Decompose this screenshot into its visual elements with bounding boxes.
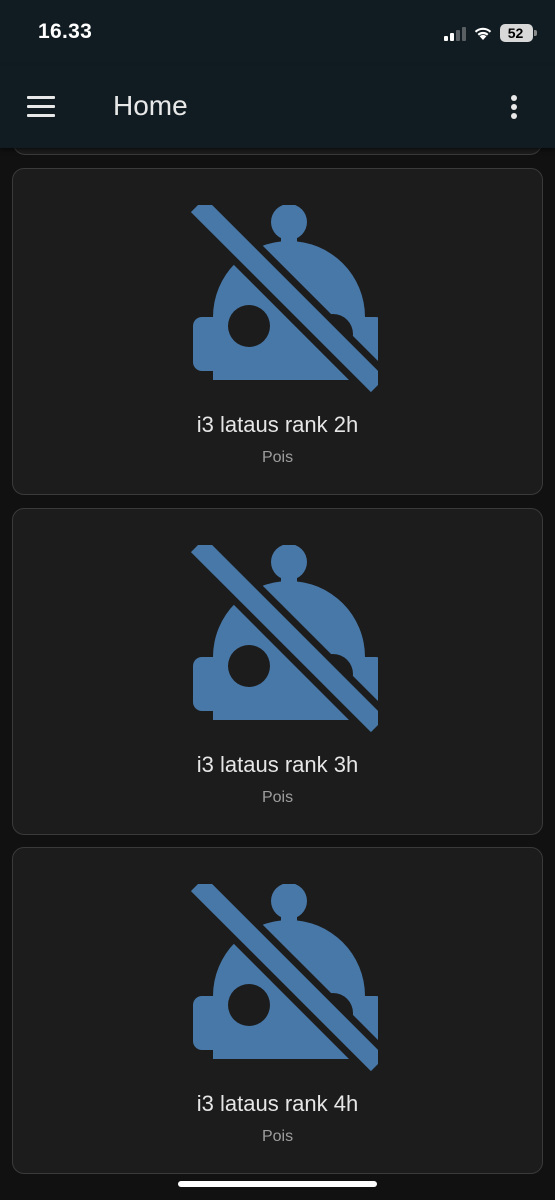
robot-off-icon: [178, 884, 378, 1074]
entity-card[interactable]: i3 lataus rank 2h Pois: [12, 168, 543, 495]
entity-card[interactable]: i3 lataus rank 4h Pois: [12, 847, 543, 1174]
status-bar: 16.33 52: [0, 0, 555, 66]
home-indicator[interactable]: [178, 1181, 377, 1187]
previous-card-edge: [13, 148, 542, 155]
app-bar: Home: [0, 66, 555, 148]
hamburger-menu-icon[interactable]: [27, 96, 55, 118]
robot-off-icon: [178, 205, 378, 395]
entity-state: Pois: [261, 449, 294, 466]
entity-name: i3 lataus rank 2h: [196, 412, 359, 437]
entity-state: Pois: [261, 1128, 294, 1145]
signal-icon: [444, 26, 466, 41]
battery-level: 52: [507, 25, 524, 41]
entity-card[interactable]: i3 lataus rank 3h Pois: [12, 508, 543, 835]
overflow-menu-icon[interactable]: [509, 94, 519, 120]
battery-icon: 52: [500, 24, 537, 42]
entity-name: i3 lataus rank 4h: [196, 1091, 359, 1116]
dashboard-content: i3 lataus rank 2h Pois i3 lataus rank 3h…: [0, 148, 555, 1200]
status-icons: 52: [444, 22, 537, 44]
page-title: Home: [113, 90, 188, 121]
entity-name: i3 lataus rank 3h: [196, 752, 359, 777]
robot-off-icon: [178, 545, 378, 735]
wifi-icon: [474, 27, 492, 40]
status-time: 16.33: [38, 20, 93, 43]
entity-state: Pois: [261, 789, 294, 806]
